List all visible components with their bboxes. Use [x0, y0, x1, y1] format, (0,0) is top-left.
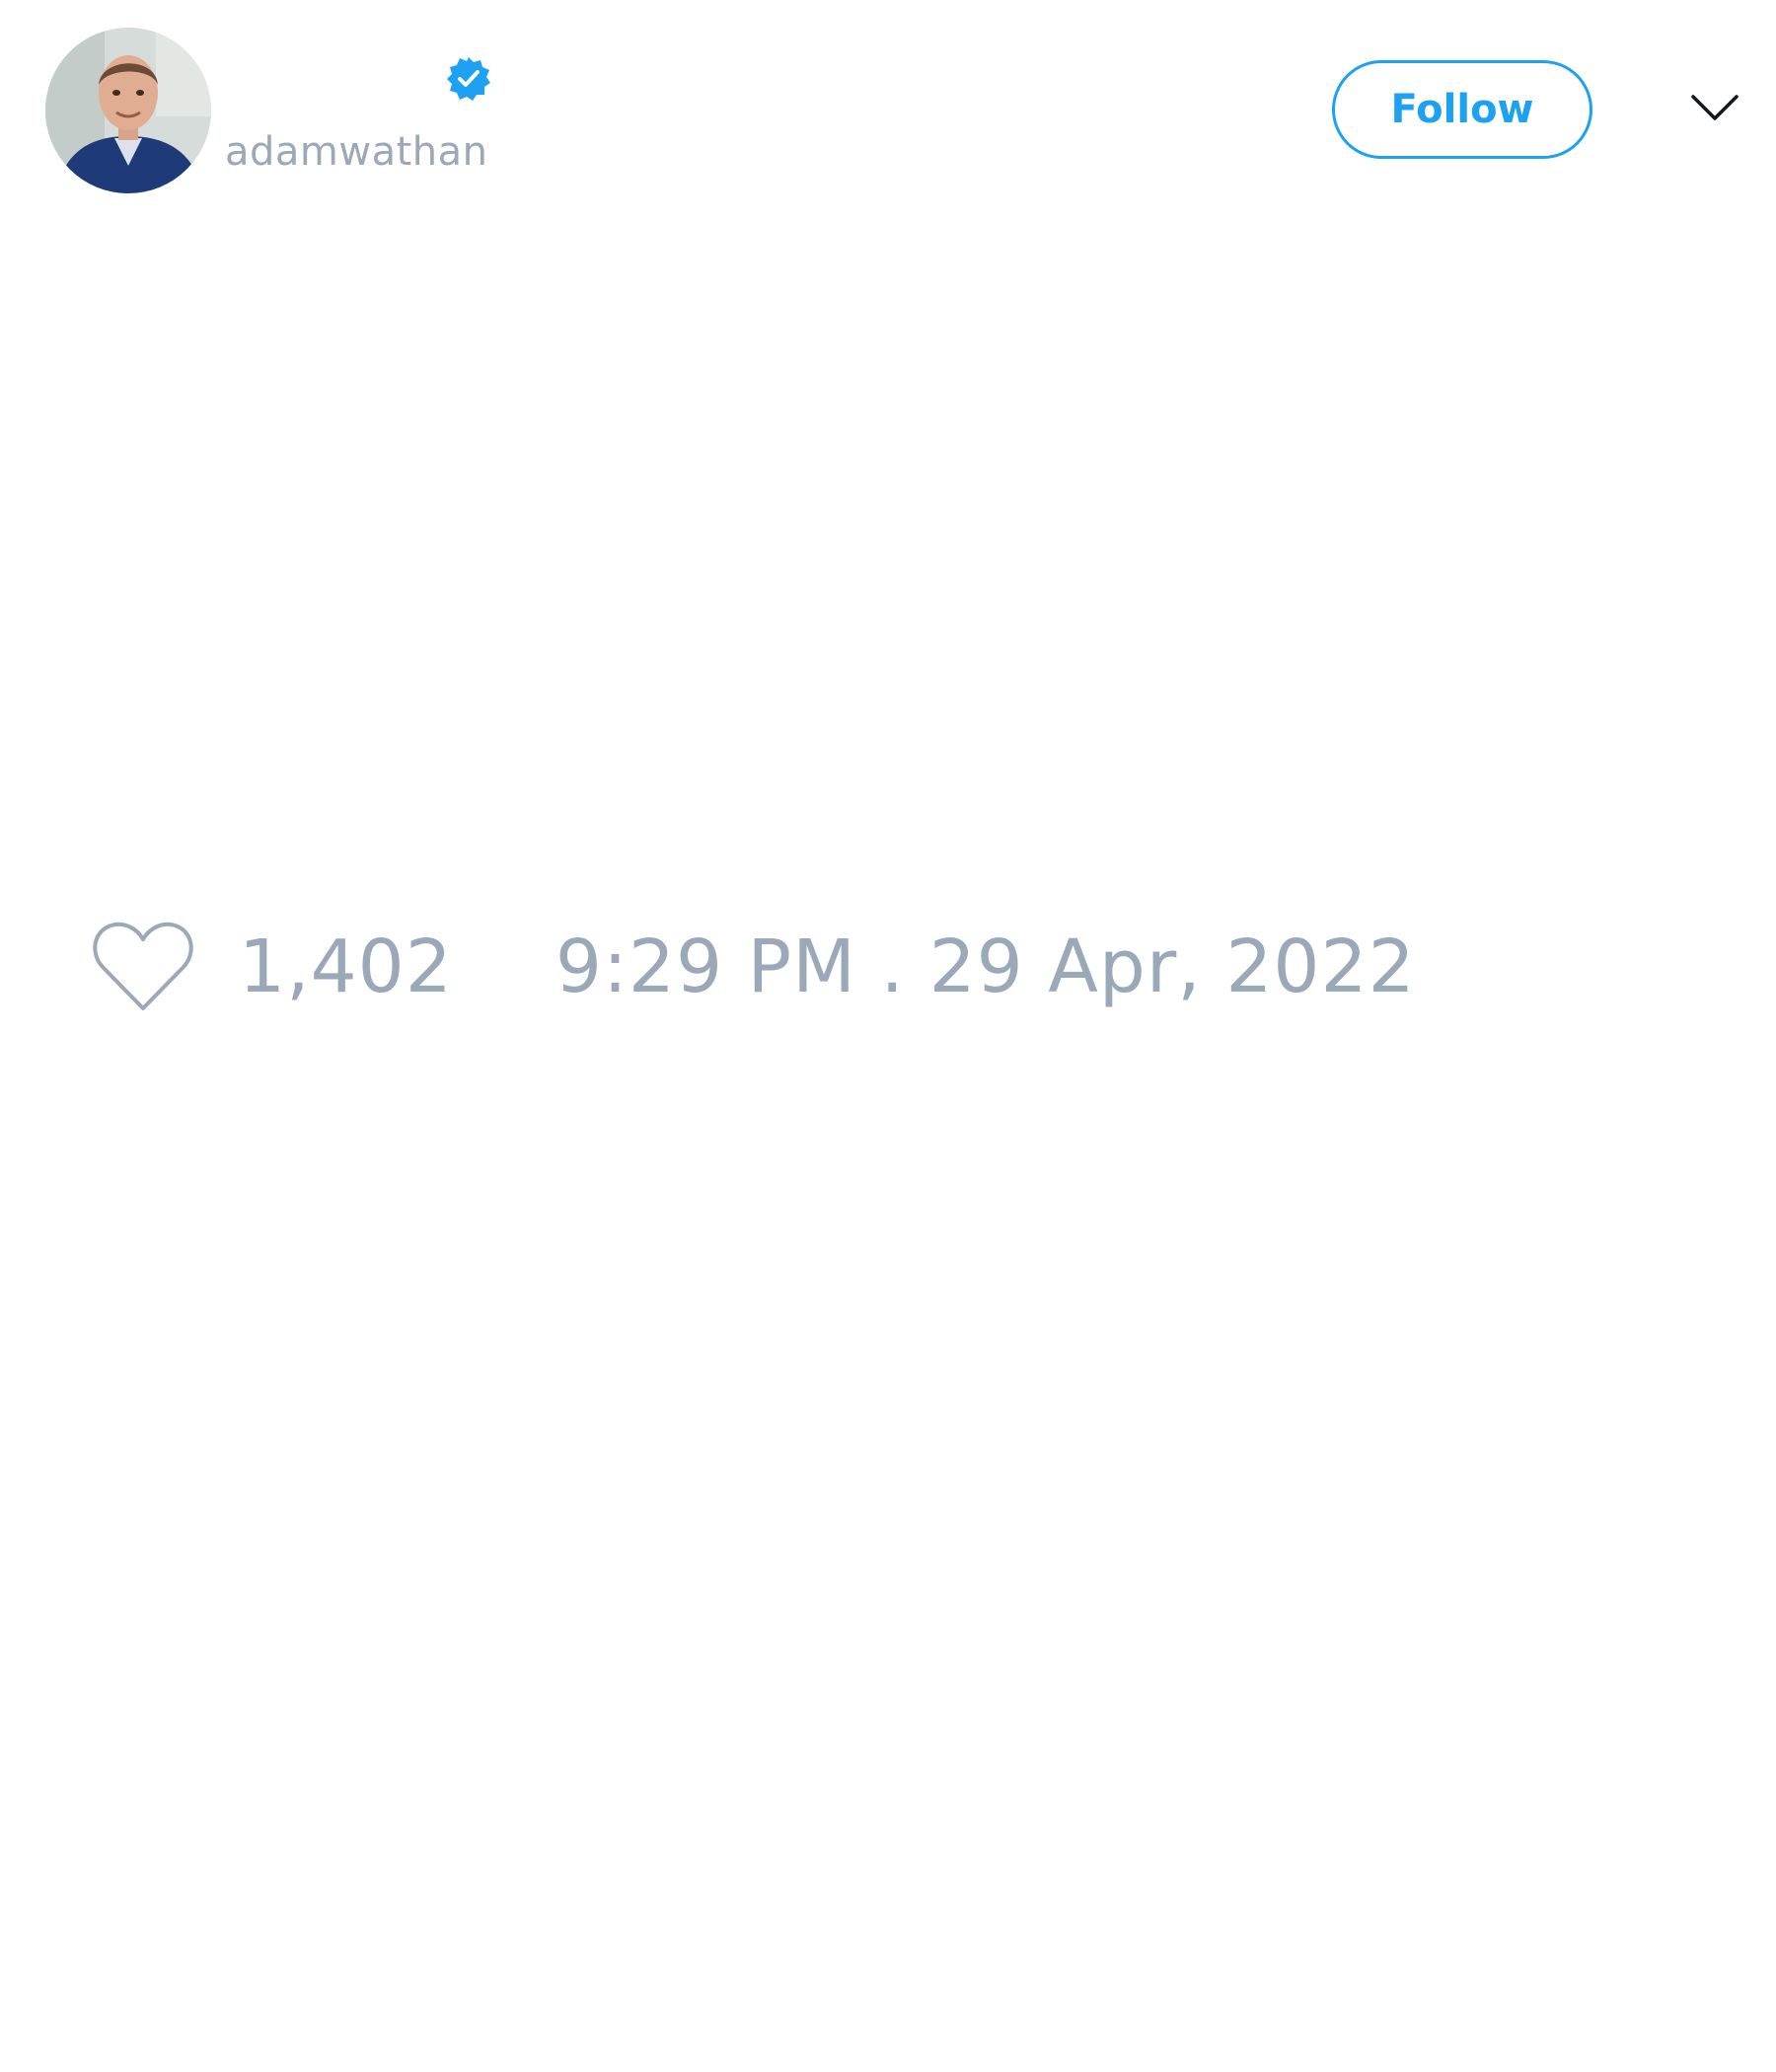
heart-outline-icon[interactable] — [89, 918, 197, 1016]
tweet-timestamp[interactable]: 9:29 PM . 29 Apr, 2022 — [555, 918, 1416, 1016]
author-handle[interactable]: adamwathan — [225, 126, 488, 178]
author-avatar[interactable] — [45, 28, 211, 193]
avatar-photo — [45, 28, 211, 193]
verified-badge-icon — [445, 55, 492, 103]
follow-button[interactable]: Follow — [1332, 60, 1592, 159]
tweet-text — [45, 227, 1723, 878]
like-count: 1,402 — [239, 925, 453, 1009]
chevron-down-icon[interactable] — [1689, 89, 1740, 128]
tweet-meta-row: 1,402 9:29 PM . 29 Apr, 2022 — [89, 908, 1416, 1026]
